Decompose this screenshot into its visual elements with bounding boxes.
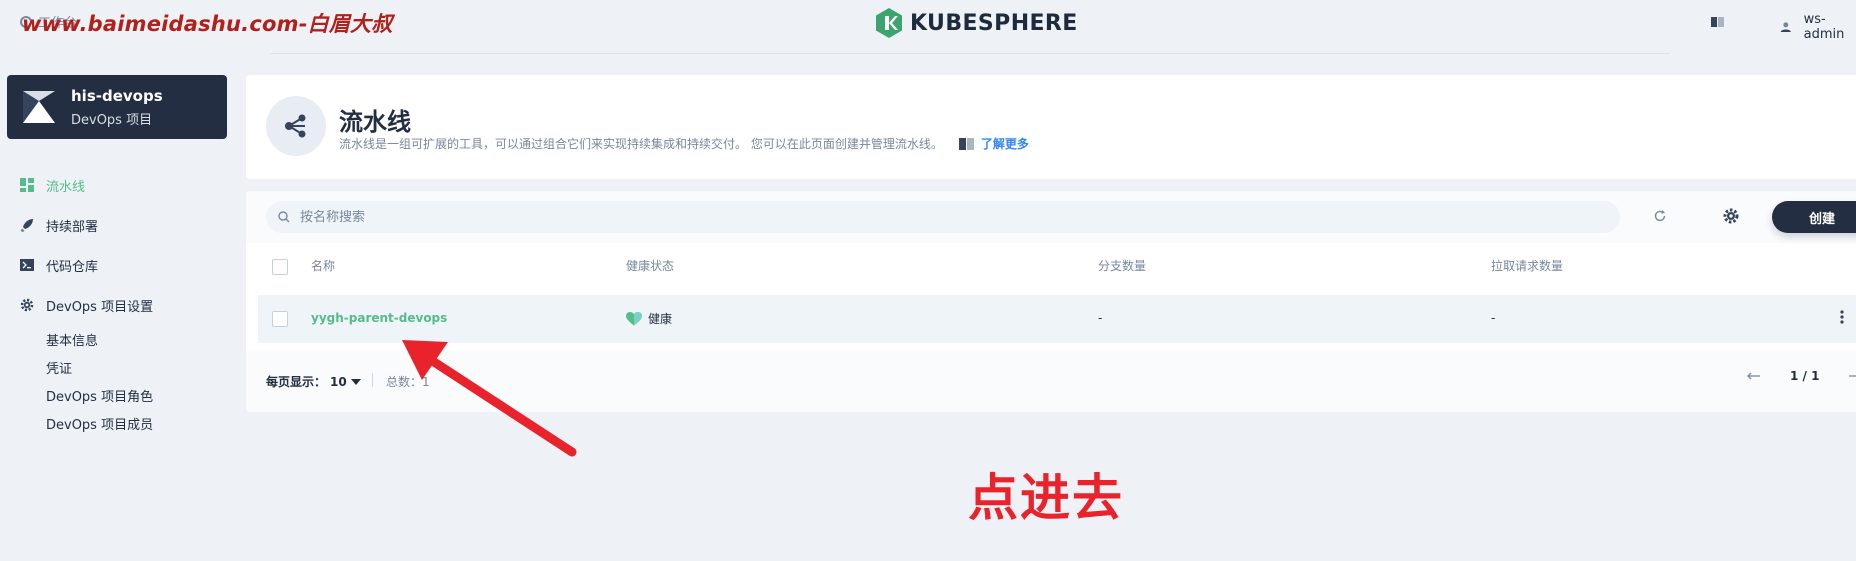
submenu-project-members[interactable]: DevOps 项目成员 bbox=[46, 409, 230, 437]
pipeline-name-link[interactable]: yygh-parent-devops bbox=[311, 311, 447, 325]
row-checkbox[interactable] bbox=[272, 311, 288, 327]
select-all-checkbox[interactable] bbox=[272, 259, 288, 275]
branch-count: - bbox=[1098, 311, 1103, 325]
settings-submenu: 基本信息 凭证 DevOps 项目角色 DevOps 项目成员 bbox=[20, 325, 230, 437]
sidebar-nav: 流水线 持续部署 代码仓库 DevOps 项目设置 基本信息 凭证 DevOps… bbox=[20, 165, 230, 437]
per-page-value: 10 bbox=[330, 374, 347, 389]
prev-page-icon[interactable] bbox=[1746, 369, 1760, 383]
settings-gear-icon[interactable] bbox=[1723, 208, 1739, 228]
page-size-selector[interactable]: 每页显示： 10 bbox=[266, 373, 361, 390]
next-page-icon[interactable] bbox=[1849, 369, 1856, 383]
column-name[interactable]: 名称 bbox=[311, 257, 335, 274]
search-input[interactable] bbox=[300, 209, 1500, 225]
pagination: 1 / 1 bbox=[1746, 369, 1856, 383]
table-row[interactable]: yygh-parent-devops 健康 - - bbox=[258, 295, 1856, 343]
refresh-icon[interactable] bbox=[1653, 208, 1667, 227]
page-indicator: 1 / 1 bbox=[1790, 369, 1820, 383]
username: ws-admin bbox=[1803, 12, 1845, 42]
pipeline-header-icon bbox=[266, 96, 326, 156]
book-icon bbox=[958, 137, 974, 150]
learn-more-link[interactable]: 了解更多 bbox=[958, 135, 1029, 152]
create-button[interactable]: 创建 bbox=[1772, 201, 1856, 233]
table-toolbar: 创建 bbox=[246, 191, 1856, 243]
sidebar-item-label: 流水线 bbox=[46, 179, 86, 195]
sidebar-item-label: 持续部署 bbox=[46, 219, 99, 235]
page-title: 流水线 bbox=[339, 108, 411, 136]
sidebar-item-devops-settings[interactable]: DevOps 项目设置 bbox=[20, 285, 230, 325]
footer-divider bbox=[372, 373, 373, 387]
page-description: 流水线是一组可扩展的工具，可以通过组合它们来实现持续集成和持续交付。 您可以在此… bbox=[339, 135, 1029, 152]
terminal-icon bbox=[20, 259, 34, 271]
more-options-icon[interactable] bbox=[1840, 309, 1844, 328]
search-box[interactable] bbox=[266, 201, 1620, 233]
sidebar-item-code-repos[interactable]: 代码仓库 bbox=[20, 245, 230, 285]
sidebar-item-continuous-deployment[interactable]: 持续部署 bbox=[20, 205, 230, 245]
top-bar: 工作台 www.baimeidashu.com-白眉大叔 KUBESPHERE … bbox=[0, 0, 1856, 44]
sidebar-item-label: 代码仓库 bbox=[46, 259, 99, 275]
health-status: 健康 bbox=[626, 310, 672, 327]
table-header: 名称 健康状态 分支数量 拉取请求数量 bbox=[246, 243, 1856, 287]
column-branches: 分支数量 bbox=[1098, 259, 1147, 273]
description-text: 流水线是一组可扩展的工具，可以通过组合它们来实现持续集成和持续交付。 您可以在此… bbox=[339, 137, 943, 151]
user-menu[interactable]: ws-admin bbox=[1780, 12, 1856, 42]
submenu-credentials[interactable]: 凭证 bbox=[46, 353, 230, 381]
project-icon bbox=[23, 91, 55, 123]
pipeline-icon bbox=[20, 178, 34, 192]
page-header-card: 流水线 流水线是一组可扩展的工具，可以通过组合它们来实现持续集成和持续交付。 您… bbox=[246, 75, 1856, 179]
topbar-divider bbox=[270, 53, 1670, 54]
annotation-text: 点进去 bbox=[968, 469, 1124, 527]
learn-more-label: 了解更多 bbox=[980, 137, 1029, 151]
heart-icon bbox=[626, 311, 642, 325]
kubesphere-logo[interactable]: KUBESPHERE bbox=[876, 8, 1078, 38]
rocket-icon bbox=[20, 219, 33, 232]
project-card[interactable]: his-devops DevOps 项目 bbox=[7, 75, 227, 139]
user-icon bbox=[1780, 22, 1791, 32]
sidebar-item-label: DevOps 项目设置 bbox=[46, 299, 154, 315]
pull-request-count: - bbox=[1491, 311, 1496, 325]
submenu-basic-info[interactable]: 基本信息 bbox=[46, 325, 230, 353]
table-footer: 每页显示： 10 总数：1 1 / 1 bbox=[246, 351, 1856, 412]
project-type: DevOps 项目 bbox=[71, 112, 153, 128]
caret-down-icon bbox=[350, 378, 361, 385]
watermark: www.baimeidashu.com-白眉大叔 bbox=[22, 12, 393, 36]
total-count: 总数：1 bbox=[386, 375, 430, 389]
gear-icon bbox=[20, 298, 34, 312]
column-health: 健康状态 bbox=[626, 259, 675, 273]
column-pull-requests: 拉取请求数量 bbox=[1491, 259, 1564, 273]
health-label: 健康 bbox=[648, 312, 673, 326]
search-icon bbox=[278, 211, 290, 223]
logo-text: KUBESPHERE bbox=[910, 10, 1078, 36]
project-name: his-devops bbox=[71, 86, 163, 105]
pipeline-table-card: 创建 名称 健康状态 分支数量 拉取请求数量 yygh-parent-devop… bbox=[246, 191, 1856, 412]
documentation-icon[interactable] bbox=[1710, 14, 1726, 33]
kubesphere-logo-icon bbox=[876, 8, 902, 38]
submenu-project-roles[interactable]: DevOps 项目角色 bbox=[46, 381, 230, 409]
sidebar-item-pipelines[interactable]: 流水线 bbox=[20, 165, 230, 205]
per-page-label: 每页显示： bbox=[266, 375, 327, 389]
